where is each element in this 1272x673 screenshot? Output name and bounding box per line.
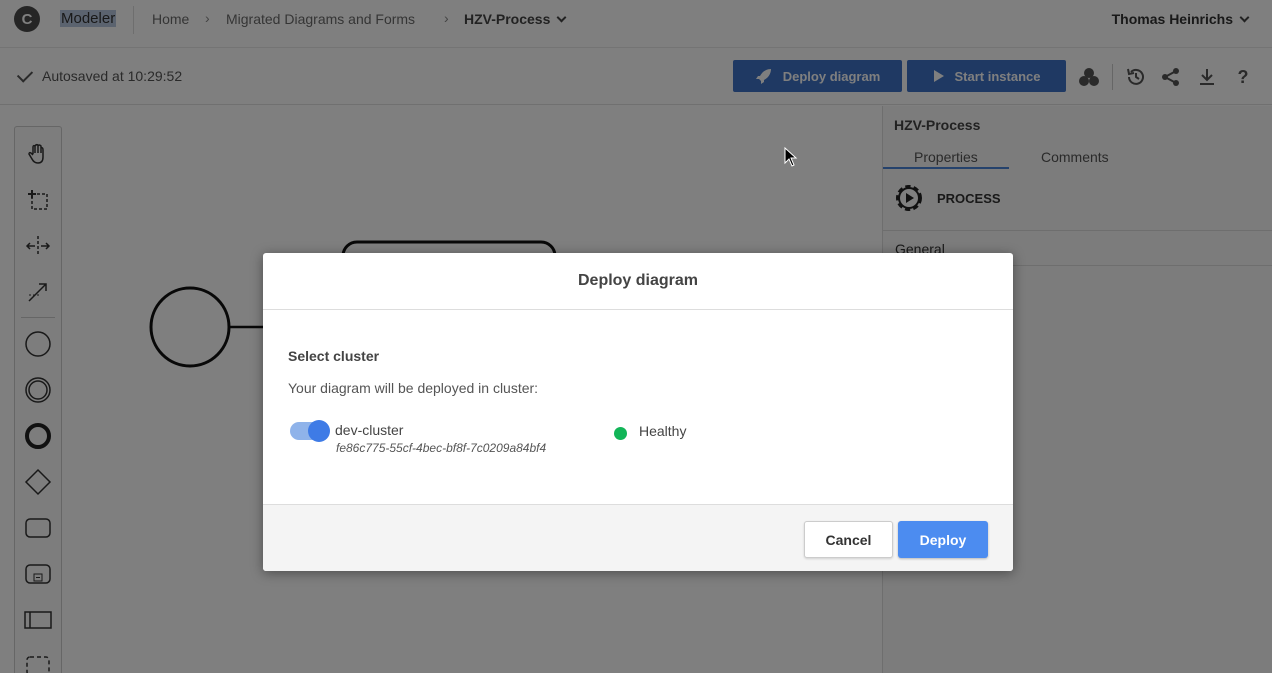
dialog-footer: Cancel Deploy [263, 504, 1013, 571]
deploy-button[interactable]: Deploy [898, 521, 988, 558]
dialog-title: Deploy diagram [577, 272, 699, 289]
cluster-id: fe86c775-55cf-4bec-bf8f-7c0209a84bf4 [336, 441, 547, 455]
dialog-body: Select cluster Your diagram will be depl… [263, 310, 1013, 504]
cluster-toggle[interactable] [290, 420, 330, 442]
cluster-name: dev-cluster [335, 422, 404, 438]
cancel-button[interactable]: Cancel [804, 521, 893, 558]
deploy-diagram-dialog: Deploy diagram Select cluster Your diagr… [263, 253, 1013, 571]
healthy-status-icon [614, 427, 627, 440]
toggle-knob [308, 420, 330, 442]
dialog-header: Deploy diagram [263, 253, 1013, 310]
cluster-status: Healthy [639, 423, 687, 439]
mouse-cursor-icon [784, 147, 798, 167]
cluster-description: Your diagram will be deployed in cluster… [288, 380, 539, 396]
select-cluster-title: Select cluster [288, 348, 380, 364]
